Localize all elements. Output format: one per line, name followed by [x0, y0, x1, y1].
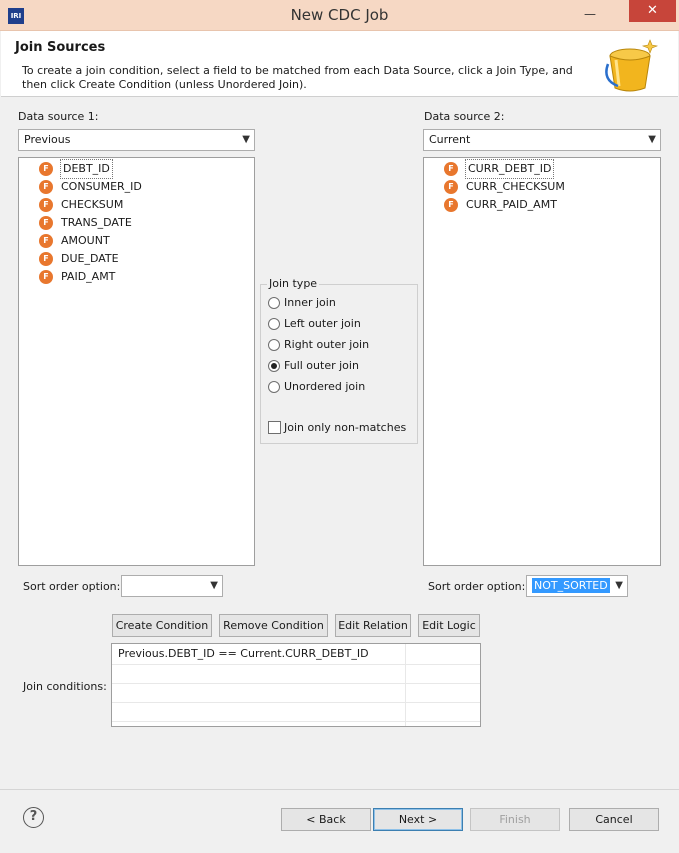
- list-item[interactable]: F CHECKSUM: [39, 196, 123, 214]
- radio-button[interactable]: [268, 380, 280, 393]
- join-type-option-label: Left outer join: [284, 317, 361, 330]
- join-type-option-label: Inner join: [284, 296, 336, 309]
- list-item[interactable]: F TRANS_DATE: [39, 214, 132, 232]
- field-f-icon: F: [39, 234, 53, 248]
- field-f-icon: F: [444, 198, 458, 212]
- join-conditions-label: Join conditions:: [23, 680, 107, 693]
- radio-button[interactable]: [268, 317, 280, 330]
- edit-logic-button[interactable]: Edit Logic: [418, 614, 480, 637]
- source2-sort-value: NOT_SORTED: [532, 578, 610, 593]
- back-button[interactable]: < Back: [281, 808, 371, 831]
- field-f-icon: F: [39, 162, 53, 176]
- help-icon[interactable]: ?: [23, 807, 44, 828]
- radio-button[interactable]: [268, 338, 280, 351]
- join-type-label: Join type: [267, 277, 320, 290]
- source1-label: Data source 1:: [18, 110, 99, 123]
- finish-button[interactable]: Finish: [470, 808, 560, 831]
- join-type-option-label: Unordered join: [284, 380, 366, 393]
- chevron-down-icon: ▼: [210, 580, 218, 591]
- source2-label: Data source 2:: [424, 110, 505, 123]
- checkbox-box[interactable]: [268, 421, 281, 434]
- field-name: PAID_AMT: [61, 270, 116, 283]
- field-name: CURR_PAID_AMT: [466, 198, 557, 211]
- list-item[interactable]: F DEBT_ID: [39, 159, 113, 179]
- next-button[interactable]: Next >: [373, 808, 463, 831]
- field-f-icon: F: [39, 252, 53, 266]
- field-f-icon: F: [39, 270, 53, 284]
- list-item[interactable]: F CONSUMER_ID: [39, 178, 142, 196]
- list-item[interactable]: F DUE_DATE: [39, 250, 119, 268]
- source2-sort-select[interactable]: NOT_SORTED ▼: [526, 575, 628, 597]
- bucket-icon: [605, 39, 659, 92]
- table-row[interactable]: Previous.DEBT_ID == Current.CURR_DEBT_ID: [118, 647, 369, 660]
- join-type-option[interactable]: Right outer join: [268, 338, 369, 351]
- source1-field-list[interactable]: F DEBT_ID F CONSUMER_ID F CHECKSUM F TRANS_DATE…: [18, 157, 255, 566]
- list-item[interactable]: F AMOUNT: [39, 232, 110, 250]
- join-type-option-label: Full outer join: [284, 359, 359, 372]
- field-name: TRANS_DATE: [61, 216, 132, 229]
- field-f-icon: F: [444, 180, 458, 194]
- chevron-down-icon: ▼: [648, 134, 656, 145]
- page-title: Join Sources: [15, 40, 106, 55]
- field-name: DEBT_ID: [60, 159, 113, 179]
- list-item[interactable]: F CURR_PAID_AMT: [444, 196, 557, 214]
- radio-button[interactable]: [268, 296, 280, 309]
- field-name: CONSUMER_ID: [61, 180, 142, 193]
- source1-select-value: Previous: [24, 133, 71, 146]
- chevron-down-icon: ▼: [615, 580, 623, 591]
- page-description: To create a join condition, select a fie…: [22, 64, 573, 91]
- source2-select[interactable]: Current ▼: [423, 129, 661, 151]
- field-name: CHECKSUM: [61, 198, 124, 211]
- list-item[interactable]: F CURR_CHECKSUM: [444, 178, 565, 196]
- nonmatch-label: Join only non-matches: [284, 421, 407, 434]
- list-item[interactable]: F PAID_AMT: [39, 268, 115, 286]
- column-divider: [405, 644, 406, 726]
- field-name: AMOUNT: [61, 234, 110, 247]
- minimize-button[interactable]: —: [577, 4, 603, 24]
- field-f-icon: F: [444, 162, 458, 176]
- join-type-option[interactable]: Inner join: [268, 296, 336, 309]
- field-name: DUE_DATE: [61, 252, 119, 265]
- row-divider: [112, 721, 480, 722]
- field-f-icon: F: [39, 216, 53, 230]
- row-divider: [112, 702, 480, 703]
- close-button[interactable]: ✕: [629, 0, 676, 22]
- join-type-option[interactable]: Full outer join: [268, 359, 359, 372]
- row-divider: [112, 683, 480, 684]
- field-f-icon: F: [39, 198, 53, 212]
- nonmatch-checkbox[interactable]: Join only non-matches: [268, 421, 406, 434]
- field-name: CURR_CHECKSUM: [466, 180, 565, 193]
- source1-sort-label: Sort order option:: [23, 580, 121, 593]
- field-f-icon: F: [39, 180, 53, 194]
- source2-field-list[interactable]: F CURR_DEBT_ID F CURR_CHECKSUM F CURR_PAID_AM…: [423, 157, 661, 566]
- row-divider: [112, 664, 480, 665]
- cancel-button[interactable]: Cancel: [569, 808, 659, 831]
- source2-sort-label: Sort order option:: [428, 580, 526, 593]
- source1-select[interactable]: Previous ▼: [18, 129, 255, 151]
- source1-sort-select[interactable]: ▼: [121, 575, 223, 597]
- join-type-option-label: Right outer join: [284, 338, 370, 351]
- chevron-down-icon: ▼: [242, 134, 250, 145]
- create-condition-button[interactable]: Create Condition: [112, 614, 212, 637]
- list-item[interactable]: F CURR_DEBT_ID: [444, 159, 555, 179]
- source2-select-value: Current: [429, 133, 471, 146]
- footer-divider: [0, 789, 679, 790]
- radio-button[interactable]: [268, 359, 280, 372]
- edit-relation-button[interactable]: Edit Relation: [335, 614, 411, 637]
- join-type-option[interactable]: Unordered join: [268, 380, 365, 393]
- join-type-option[interactable]: Left outer join: [268, 317, 361, 330]
- join-conditions-table[interactable]: Previous.DEBT_ID == Current.CURR_DEBT_ID: [111, 643, 481, 727]
- remove-condition-button[interactable]: Remove Condition: [219, 614, 328, 637]
- field-name: CURR_DEBT_ID: [464, 159, 555, 179]
